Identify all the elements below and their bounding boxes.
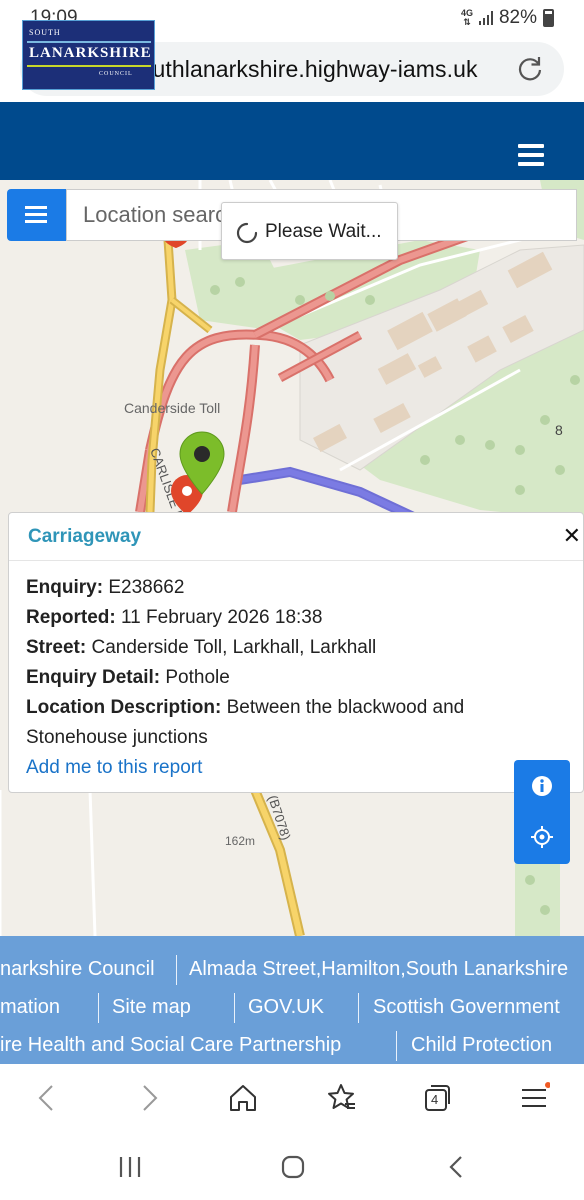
home-icon[interactable] <box>227 1082 259 1114</box>
council-logo[interactable]: SOUTH LANARKSHIRE COUNCIL <box>22 20 155 90</box>
browser-toolbar: 4 <box>0 1064 584 1134</box>
footer-link-child-protection[interactable]: Child Protection <box>411 1034 552 1057</box>
map-place-label: Canderside Toll <box>124 400 220 416</box>
close-icon[interactable]: ✕ <box>563 523 581 549</box>
info-icon[interactable] <box>531 775 553 797</box>
recent-apps-icon[interactable] <box>118 1156 142 1178</box>
footer-row-3: ire Health and Social Care Partnership C… <box>0 1026 584 1064</box>
battery-icon <box>543 9 554 27</box>
back-icon[interactable] <box>32 1082 64 1114</box>
search-placeholder: Location search <box>83 202 223 227</box>
report-popup: Carriageway ✕ Enquiry: E238662 Reported:… <box>8 512 584 793</box>
signal-icon <box>478 11 493 25</box>
home-button-icon[interactable] <box>280 1154 306 1180</box>
battery-percent: 82% <box>498 7 537 28</box>
enquiry-row: Enquiry: E238662 <box>26 577 185 598</box>
spinner-icon <box>236 222 258 244</box>
footer-row-1: narkshire Council Almada Street,Hamilton… <box>0 950 584 988</box>
footer-link-council[interactable]: narkshire Council <box>0 958 155 981</box>
footer-link-health-partnership[interactable]: ire Health and Social Care Partnership <box>0 1034 341 1057</box>
footer-row-2: mation Site map GOV.UK Scottish Governme… <box>0 988 584 1026</box>
loading-dialog: Please Wait... <box>221 202 398 260</box>
layers-menu-button[interactable] <box>7 189 66 241</box>
footer-link-information[interactable]: mation <box>0 996 60 1019</box>
browser-menu-icon[interactable] <box>518 1082 550 1114</box>
map-number-label: 8 <box>555 422 563 438</box>
locate-crosshair-icon[interactable] <box>530 825 554 849</box>
reported-row: Reported: 11 February 2026 18:38 <box>26 607 323 628</box>
popup-body: Enquiry: E238662 Reported: 11 February 2… <box>26 573 569 783</box>
site-header <box>0 102 584 180</box>
bookmarks-icon[interactable] <box>325 1082 357 1114</box>
forward-icon[interactable] <box>132 1082 164 1114</box>
system-back-icon[interactable] <box>446 1155 466 1179</box>
footer-link-gov-uk[interactable]: GOV.UK <box>248 996 324 1019</box>
android-navigation-bar <box>0 1134 584 1200</box>
map-elevation-label: 162m <box>225 834 255 848</box>
loading-text: Please Wait... <box>265 221 382 242</box>
url-text: southlanarkshire.highway-iams.uk <box>128 56 478 82</box>
network-type-icon: 4G ⇅ <box>460 8 473 27</box>
location-description-row: Location Description: Between the blackw… <box>26 697 465 748</box>
popup-header: Carriageway ✕ <box>9 513 583 561</box>
site-footer: narkshire Council Almada Street,Hamilton… <box>0 936 584 1064</box>
footer-link-scottish-government[interactable]: Scottish Government <box>373 996 560 1019</box>
footer-address: Almada Street,Hamilton,South Lanarkshire <box>189 958 569 980</box>
status-indicators: 4G ⇅ 82% <box>461 7 554 29</box>
map-tools-panel <box>514 760 570 864</box>
enquiry-detail-row: Enquiry Detail: Pothole <box>26 667 230 688</box>
footer-link-site-map[interactable]: Site map <box>112 996 191 1019</box>
menu-hamburger-icon[interactable] <box>518 144 544 166</box>
street-row: Street: Canderside Toll, Larkhall, Larkh… <box>26 637 377 658</box>
tab-count: 4 <box>431 1092 439 1107</box>
popup-title: Carriageway <box>28 526 142 547</box>
add-me-to-report-link[interactable]: Add me to this report <box>26 757 202 778</box>
reload-icon[interactable] <box>516 55 544 83</box>
